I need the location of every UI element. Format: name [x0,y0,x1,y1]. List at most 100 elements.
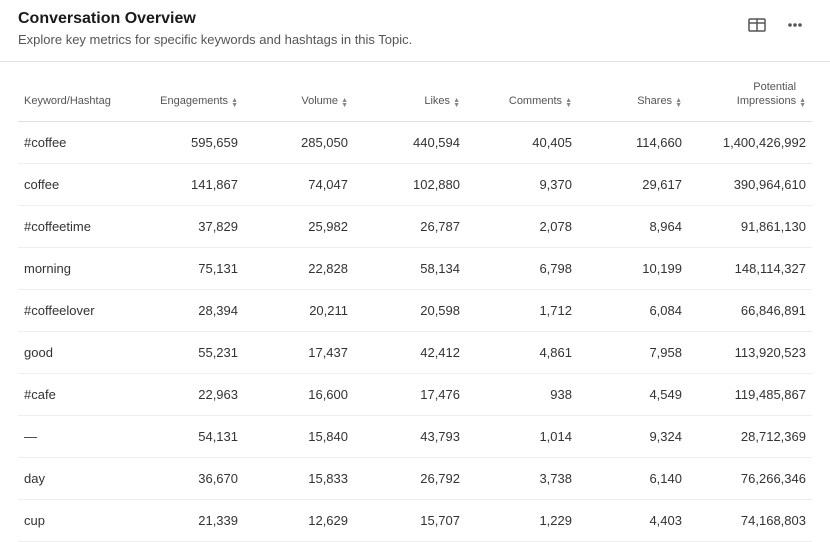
sort-icon: ▲▼ [453,98,460,108]
cell-keyword: #coffeelover [18,289,126,331]
cell-shares: 6,084 [578,289,688,331]
cell-comments: 40,405 [466,121,578,163]
cell-shares: 9,324 [578,415,688,457]
table-row: day36,67015,83326,7923,7386,14076,266,34… [18,457,812,499]
table-row: coffee141,86774,047102,8809,37029,617390… [18,163,812,205]
col-header-volume[interactable]: Volume▲▼ [244,62,354,121]
cell-comments: 1,229 [466,499,578,541]
col-header-impressions[interactable]: PotentialImpressions▲▼ [688,62,812,121]
col-label: Shares [637,94,672,108]
cell-likes: 102,880 [354,163,466,205]
cell-likes: 42,412 [354,331,466,373]
col-header-comments[interactable]: Comments▲▼ [466,62,578,121]
cell-keyword: #cafe [18,373,126,415]
table-row: good55,23117,43742,4124,8617,958113,920,… [18,331,812,373]
cell-keyword: day [18,457,126,499]
cell-comments: 938 [466,373,578,415]
col-label: Likes [424,94,450,108]
col-header-engagements[interactable]: Engagements▲▼ [126,62,244,121]
cell-engagements: 55,231 [126,331,244,373]
table-row: #cafe22,96316,60017,4769384,549119,485,8… [18,373,812,415]
col-header-keyword[interactable]: Keyword/Hashtag [18,62,126,121]
page-subtitle: Explore key metrics for specific keyword… [18,32,412,47]
cell-volume: 22,828 [244,247,354,289]
more-options-icon[interactable] [786,16,804,34]
cell-volume: 15,833 [244,457,354,499]
cell-volume: 285,050 [244,121,354,163]
cell-likes: 58,134 [354,247,466,289]
sort-icon: ▲▼ [799,98,806,108]
cell-comments: 1,014 [466,415,578,457]
cell-shares: 4,549 [578,373,688,415]
cell-engagements: 141,867 [126,163,244,205]
cell-engagements: 54,131 [126,415,244,457]
cell-likes: 440,594 [354,121,466,163]
sort-icon: ▲▼ [341,98,348,108]
cell-engagements: 22,963 [126,373,244,415]
cell-shares: 7,958 [578,331,688,373]
page-title: Conversation Overview [18,10,412,28]
cell-impressions: 66,846,891 [688,289,812,331]
col-header-likes[interactable]: Likes▲▼ [354,62,466,121]
col-header-shares[interactable]: Shares▲▼ [578,62,688,121]
cell-comments: 9,370 [466,163,578,205]
cell-likes: 43,793 [354,415,466,457]
cell-keyword: #coffeetime [18,205,126,247]
table-row: —54,13115,84043,7931,0149,32428,712,369 [18,415,812,457]
cell-engagements: 36,670 [126,457,244,499]
cell-volume: 12,629 [244,499,354,541]
col-label: Volume [301,94,338,108]
table-row: #coffee595,659285,050440,59440,405114,66… [18,121,812,163]
cell-likes: 15,707 [354,499,466,541]
cell-volume: 17,437 [244,331,354,373]
cell-engagements: 595,659 [126,121,244,163]
cell-impressions: 1,400,426,992 [688,121,812,163]
cell-engagements: 37,829 [126,205,244,247]
cell-impressions: 113,920,523 [688,331,812,373]
col-label: PotentialImpressions [737,80,796,109]
cell-engagements: 75,131 [126,247,244,289]
cell-shares: 114,660 [578,121,688,163]
cell-impressions: 390,964,610 [688,163,812,205]
cell-impressions: 91,861,130 [688,205,812,247]
table-body: #coffee595,659285,050440,59440,405114,66… [18,121,812,541]
cell-likes: 26,792 [354,457,466,499]
table-row: morning75,13122,82858,1346,79810,199148,… [18,247,812,289]
col-label: Engagements [160,94,228,108]
sort-icon: ▲▼ [565,98,572,108]
cell-keyword: #coffee [18,121,126,163]
cell-shares: 4,403 [578,499,688,541]
cell-comments: 2,078 [466,205,578,247]
cell-engagements: 28,394 [126,289,244,331]
table-header-row: Keyword/Hashtag Engagements▲▼ Volume▲▼ L… [18,62,812,121]
table-row: #coffeelover28,39420,21120,5981,7126,084… [18,289,812,331]
cell-keyword: — [18,415,126,457]
table-view-icon[interactable] [748,16,766,34]
cell-comments: 4,861 [466,331,578,373]
cell-volume: 16,600 [244,373,354,415]
cell-likes: 17,476 [354,373,466,415]
table-row: cup21,33912,62915,7071,2294,40374,168,80… [18,499,812,541]
sort-icon: ▲▼ [675,98,682,108]
col-label: Comments [509,94,562,108]
table-container: Keyword/Hashtag Engagements▲▼ Volume▲▼ L… [0,62,830,542]
sort-icon: ▲▼ [231,98,238,108]
cell-keyword: coffee [18,163,126,205]
cell-volume: 15,840 [244,415,354,457]
cell-volume: 74,047 [244,163,354,205]
cell-shares: 29,617 [578,163,688,205]
cell-keyword: good [18,331,126,373]
cell-impressions: 74,168,803 [688,499,812,541]
cell-keyword: morning [18,247,126,289]
cell-shares: 8,964 [578,205,688,247]
header-actions [748,10,812,34]
cell-impressions: 148,114,327 [688,247,812,289]
metrics-table: Keyword/Hashtag Engagements▲▼ Volume▲▼ L… [18,62,812,542]
cell-volume: 25,982 [244,205,354,247]
cell-comments: 1,712 [466,289,578,331]
cell-volume: 20,211 [244,289,354,331]
cell-shares: 10,199 [578,247,688,289]
cell-keyword: cup [18,499,126,541]
cell-comments: 3,738 [466,457,578,499]
cell-impressions: 28,712,369 [688,415,812,457]
